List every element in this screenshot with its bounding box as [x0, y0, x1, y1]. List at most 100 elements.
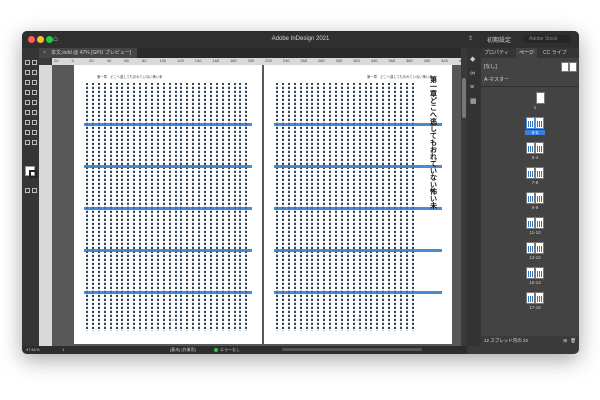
- baseline-grid-band: [274, 207, 442, 210]
- baseline-grid-band: [84, 207, 252, 210]
- new-page-icon[interactable]: ⊞: [563, 336, 567, 346]
- normal-view-icon[interactable]: [25, 188, 30, 193]
- page-thumbnail[interactable]: [526, 217, 535, 229]
- thumbnail-text-preview: [528, 296, 533, 302]
- left-page[interactable]: [74, 65, 262, 344]
- page-thumbnail[interactable]: [535, 192, 544, 204]
- page-thumbnail[interactable]: [526, 117, 535, 129]
- note-tool-icon[interactable]: [25, 130, 30, 135]
- baseline-grid-band: [84, 249, 252, 252]
- line-tool-icon[interactable]: [32, 80, 37, 85]
- page-thumbnail-label[interactable]: 9-8: [525, 205, 545, 210]
- baseline-grid-band: [274, 291, 442, 294]
- ruler-tick-label: 360: [388, 58, 396, 63]
- a-master-item[interactable]: A-マスター: [484, 76, 509, 83]
- page-thumbnail[interactable]: [536, 92, 545, 104]
- share-icon[interactable]: ⇪: [468, 35, 473, 42]
- thumbnail-text-preview: [528, 146, 533, 152]
- status-bar: 47.61% 1 [基本] (作業用) エラーなし: [22, 346, 467, 354]
- page-thumbnail[interactable]: [526, 292, 535, 304]
- swatches-icon[interactable]: ▦: [470, 98, 477, 105]
- close-tab-icon[interactable]: ×: [43, 48, 46, 58]
- preflight-status[interactable]: エラーなし: [214, 346, 240, 354]
- ruler-tick-label: 260: [300, 58, 308, 63]
- scissors-tool-icon[interactable]: [25, 110, 30, 115]
- page-number-field[interactable]: 1: [62, 346, 64, 354]
- page-thumbnail-label[interactable]: 17-16: [525, 305, 545, 310]
- vertical-ruler[interactable]: [39, 65, 52, 346]
- hand-tool-icon[interactable]: [25, 140, 30, 145]
- preflight-label: エラーなし: [220, 347, 240, 352]
- delete-page-icon[interactable]: 🗑: [570, 336, 576, 346]
- tab-pages[interactable]: ページ: [516, 48, 537, 58]
- page-thumbnail[interactable]: [535, 242, 544, 254]
- page-thumbnail[interactable]: [535, 217, 544, 229]
- preflight-ok-icon: [214, 347, 218, 352]
- left-page-number: 2: [172, 318, 174, 322]
- scrollbar-thumb[interactable]: [462, 78, 466, 118]
- thumbnail-text-preview: [537, 296, 542, 302]
- baseline-grid-band: [84, 291, 252, 294]
- page-thumbnail-label[interactable]: 7-6: [525, 180, 545, 185]
- zoom-level[interactable]: 47.61%: [26, 346, 40, 354]
- baseline-grid-band: [274, 165, 442, 168]
- page-thumbnail-label[interactable]: 1: [525, 105, 545, 110]
- eyedropper-tool-icon[interactable]: [32, 130, 37, 135]
- page-thumbnail-label[interactable]: 5-4: [525, 155, 545, 160]
- page-thumbnail[interactable]: [535, 142, 544, 154]
- page-thumbnail[interactable]: [526, 267, 535, 279]
- pencil-tool-icon[interactable]: [32, 90, 37, 95]
- gradient-feather-tool-icon[interactable]: [32, 120, 37, 125]
- ruler-tick-label: 80: [142, 58, 147, 63]
- page-thumbnail[interactable]: [535, 167, 544, 179]
- page-thumbnail[interactable]: [526, 167, 535, 179]
- gradient-tool-icon[interactable]: [25, 120, 30, 125]
- selection-tool-icon[interactable]: [25, 60, 30, 65]
- indesign-window: ⌂ Adobe InDesign 2021 ⇪ 初期設定 Adobe Stock…: [22, 31, 579, 354]
- type-tool-icon[interactable]: [25, 80, 30, 85]
- page-thumbnail[interactable]: [526, 192, 535, 204]
- pen-tool-icon[interactable]: [25, 90, 30, 95]
- page-thumbnail-label[interactable]: 15-14: [525, 280, 545, 285]
- page-tool-icon[interactable]: [25, 70, 30, 75]
- horizontal-ruler[interactable]: 20 0 20 40 60 80 100 120 140 160 180 200 220 240 260 28…: [52, 58, 461, 65]
- ruler-tick-label: 40: [106, 58, 112, 63]
- links-icon[interactable]: ∞: [470, 70, 475, 77]
- stroke-icon[interactable]: ≡: [470, 84, 474, 91]
- stroke-swatch[interactable]: [29, 170, 37, 178]
- panel-divider: [481, 86, 579, 87]
- page-thumbnail-label[interactable]: 13-12: [525, 255, 545, 260]
- document-canvas[interactable]: [52, 65, 461, 346]
- zoom-tool-icon[interactable]: [32, 140, 37, 145]
- page-thumbnail-label[interactable]: 11-10: [525, 230, 545, 235]
- workspace-switcher[interactable]: 初期設定: [487, 35, 511, 44]
- horizontal-scrollbar[interactable]: [282, 348, 422, 351]
- a-master-thumbnail[interactable]: [561, 62, 569, 72]
- right-page[interactable]: [264, 65, 452, 344]
- ruler-tick-label: 320: [353, 58, 360, 63]
- tab-properties[interactable]: プロパティ: [484, 48, 509, 58]
- document-tab[interactable]: × 本文.indd @ 47% [GPU プレビュー]: [39, 48, 138, 58]
- title-bar: ⌂ Adobe InDesign 2021 ⇪ 初期設定 Adobe Stock: [22, 31, 579, 48]
- stock-search-input[interactable]: Adobe Stock: [523, 35, 571, 43]
- direct-selection-tool-icon[interactable]: [32, 60, 37, 65]
- layers-icon[interactable]: ◆: [470, 56, 475, 63]
- page-thumbnail[interactable]: [535, 292, 544, 304]
- ruler-tick-label: 240: [282, 58, 290, 63]
- page-thumbnail[interactable]: [526, 142, 535, 154]
- free-transform-tool-icon[interactable]: [32, 110, 37, 115]
- a-master-thumbnail-right[interactable]: [569, 62, 577, 72]
- ruler-tick-label: 420: [441, 58, 448, 63]
- none-master-item[interactable]: [なし]: [484, 63, 497, 70]
- gap-tool-icon[interactable]: [32, 70, 37, 75]
- rectangle-tool-icon[interactable]: [32, 100, 37, 105]
- rectangle-frame-tool-icon[interactable]: [25, 100, 30, 105]
- screen-mode-icon[interactable]: [32, 188, 37, 193]
- page-thumbnail[interactable]: [535, 267, 544, 279]
- style-selector[interactable]: [基本] (作業用): [170, 346, 196, 354]
- page-thumbnail-label[interactable]: 3-2: [525, 130, 545, 135]
- panel-icon-strip: ◆ ∞ ≡ ▦: [467, 48, 481, 346]
- page-thumbnail[interactable]: [526, 242, 535, 254]
- page-thumbnail[interactable]: [535, 117, 544, 129]
- tab-cc-libraries[interactable]: CC ライブ: [543, 48, 567, 58]
